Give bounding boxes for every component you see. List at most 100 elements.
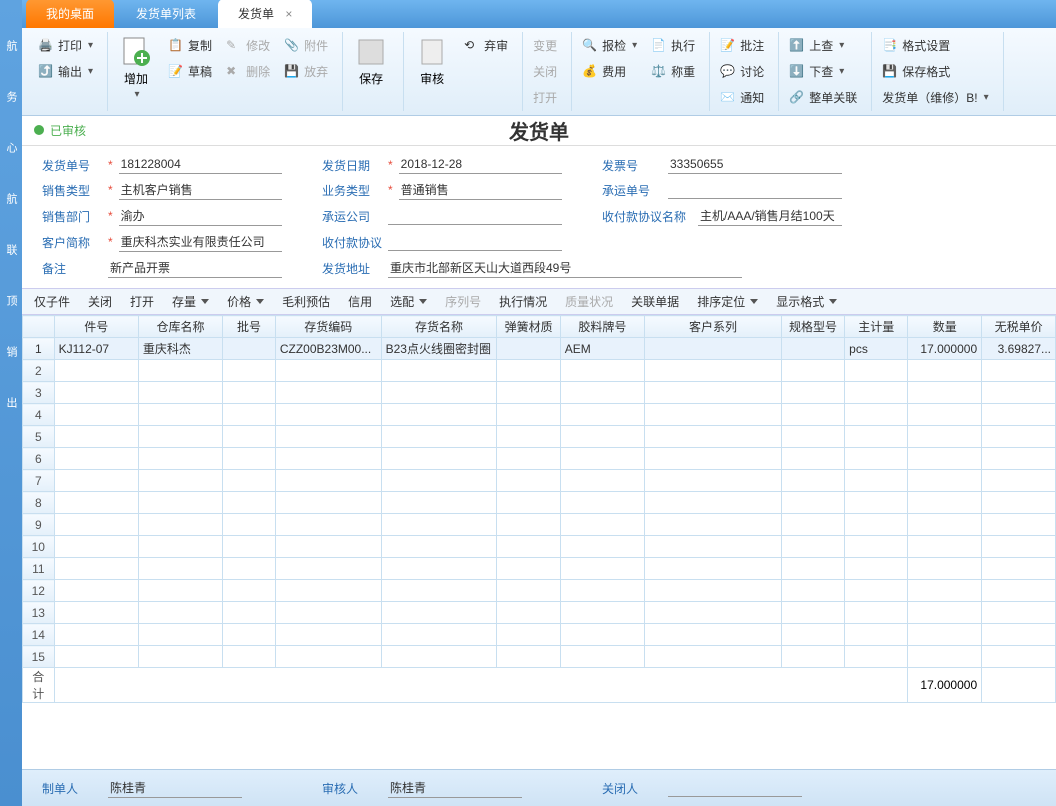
field-saletype[interactable]: 主机客户销售 xyxy=(119,180,282,200)
sort-button[interactable]: 排序定位 xyxy=(697,293,758,310)
field-cust[interactable]: 重庆科杰实业有限责任公司 xyxy=(119,232,282,252)
display-button[interactable]: 显示格式 xyxy=(776,293,837,310)
col-uom[interactable]: 主计量 xyxy=(845,316,908,338)
price-button[interactable]: 价格 xyxy=(227,293,264,310)
discuss-button[interactable]: 💬讨论 xyxy=(716,60,768,83)
field-shipno[interactable]: 181228004 xyxy=(119,156,282,174)
change-button: 变更 xyxy=(529,34,561,57)
col-qty[interactable]: 数量 xyxy=(908,316,982,338)
inspect-button[interactable]: 🔍报检▾ xyxy=(578,34,641,57)
tab-label: 发货单 xyxy=(238,7,274,21)
side-item[interactable]: 联 xyxy=(3,244,19,255)
side-item[interactable]: 出 xyxy=(3,397,19,408)
field-payterm[interactable] xyxy=(388,233,562,251)
grid-toolbar: 仅子件 关闭 打开 存量 价格 毛利预估 信用 选配 序列号 执行情况 质量状况… xyxy=(22,288,1056,315)
note-icon: 📝 xyxy=(720,38,736,54)
format-set-button[interactable]: 📑格式设置 xyxy=(878,34,992,57)
only-sub-button[interactable]: 仅子件 xyxy=(34,293,70,310)
table-row[interactable]: 12 xyxy=(23,580,1056,602)
draft-icon: 📝 xyxy=(168,64,184,80)
wholebill-button[interactable]: 🔗整单关联 xyxy=(785,86,861,109)
lookup-button[interactable]: ⬆️上查▾ xyxy=(785,34,861,57)
copy-button[interactable]: 📋复制 xyxy=(164,34,216,57)
field-saledept[interactable]: 渝办 xyxy=(119,206,282,226)
open-line-button[interactable]: 打开 xyxy=(130,293,154,310)
save-format-button[interactable]: 💾保存格式 xyxy=(878,60,992,83)
side-item[interactable]: 顶 xyxy=(3,295,19,306)
close-icon[interactable]: × xyxy=(285,7,292,21)
down-icon: ⬇️ xyxy=(789,64,805,80)
table-row[interactable]: 9 xyxy=(23,514,1056,536)
gross-button[interactable]: 毛利预估 xyxy=(282,293,330,310)
field-addr[interactable]: 重庆市北部新区天山大道西段49号 xyxy=(388,258,742,278)
side-item[interactable]: 销 xyxy=(3,346,19,357)
tab-shipment-list[interactable]: 发货单列表 xyxy=(116,0,216,28)
field-carrierno[interactable] xyxy=(668,181,842,199)
field-shipdate[interactable]: 2018-12-28 xyxy=(399,156,562,174)
modify-button: ✎修改 xyxy=(222,34,274,57)
add-icon xyxy=(120,36,152,68)
field-biztype[interactable]: 普通销售 xyxy=(399,180,562,200)
stock-button[interactable]: 存量 xyxy=(172,293,209,310)
weigh-button[interactable]: ⚖️称重 xyxy=(647,60,699,83)
table-row[interactable]: 14 xyxy=(23,624,1056,646)
col-series[interactable]: 客户系列 xyxy=(644,316,781,338)
table-row[interactable]: 1 KJ112-07重庆科杰 CZZ00B23M00...B23点火线圈密封圈 … xyxy=(23,338,1056,360)
cost-button[interactable]: 💰费用 xyxy=(578,60,641,83)
table-row[interactable]: 15 xyxy=(23,646,1056,668)
table-row[interactable]: 10 xyxy=(23,536,1056,558)
table-row[interactable]: 7 xyxy=(23,470,1056,492)
col-batch[interactable]: 批号 xyxy=(223,316,276,338)
table-row[interactable]: 11 xyxy=(23,558,1056,580)
copy-icon: 📋 xyxy=(168,38,184,54)
table-row[interactable]: 4 xyxy=(23,404,1056,426)
col-part[interactable]: 件号 xyxy=(54,316,138,338)
side-item[interactable]: 航 xyxy=(3,193,19,204)
lookdown-button[interactable]: ⬇️下查▾ xyxy=(785,60,861,83)
rel-button[interactable]: 关联单据 xyxy=(631,293,679,310)
credit-button[interactable]: 信用 xyxy=(348,293,372,310)
col-warehouse[interactable]: 仓库名称 xyxy=(138,316,222,338)
table-row[interactable]: 8 xyxy=(23,492,1056,514)
col-name[interactable]: 存货名称 xyxy=(381,316,497,338)
left-nav-strip[interactable]: 航 务 心 航 联 顶 销 出 xyxy=(0,0,22,806)
exec-button[interactable]: 执行情况 xyxy=(499,293,547,310)
label-maker: 制单人 xyxy=(42,780,102,797)
side-item[interactable]: 航 xyxy=(3,40,19,51)
export-button[interactable]: ⤴️输出▾ xyxy=(34,60,97,83)
side-item[interactable]: 务 xyxy=(3,91,19,102)
print-button[interactable]: 🖨️打印▾ xyxy=(34,34,97,57)
execute-button[interactable]: 📄执行 xyxy=(647,34,699,57)
col-spring[interactable]: 弹簧材质 xyxy=(497,316,560,338)
table-row[interactable]: 6 xyxy=(23,448,1056,470)
field-carrier[interactable] xyxy=(388,207,562,225)
shipping-bill-button[interactable]: 发货单（维修）B!▾ xyxy=(878,86,992,109)
tab-shipment[interactable]: 发货单 × xyxy=(218,0,312,28)
detail-grid[interactable]: 件号 仓库名称 批号 存货编码 存货名称 弹簧材质 胶料牌号 客户系列 规格型号… xyxy=(22,315,1056,769)
tab-my-desktop[interactable]: 我的桌面 xyxy=(26,0,114,28)
add-button[interactable]: 增加 ▾ xyxy=(114,34,158,102)
col-price[interactable]: 无税单价 xyxy=(982,316,1056,338)
table-row[interactable]: 13 xyxy=(23,602,1056,624)
side-item[interactable]: 心 xyxy=(3,142,19,153)
format-icon: 📑 xyxy=(882,38,898,54)
table-row[interactable]: 3 xyxy=(23,382,1056,404)
abandon-icon: ⟲ xyxy=(464,38,480,54)
col-code[interactable]: 存货编码 xyxy=(275,316,381,338)
abandon-audit-button[interactable]: ⟲弃审 xyxy=(460,34,512,57)
table-row[interactable]: 5 xyxy=(23,426,1056,448)
col-spec[interactable]: 规格型号 xyxy=(781,316,844,338)
execute-icon: 📄 xyxy=(651,38,667,54)
table-row[interactable]: 2 xyxy=(23,360,1056,382)
label-biztype: 业务类型 xyxy=(322,182,382,199)
match-button[interactable]: 选配 xyxy=(390,293,427,310)
field-invoice[interactable]: 33350655 xyxy=(668,156,842,174)
notify-button[interactable]: ✉️通知 xyxy=(716,86,768,109)
col-brand[interactable]: 胶料牌号 xyxy=(560,316,644,338)
close-line-button[interactable]: 关闭 xyxy=(88,293,112,310)
field-payterm-name[interactable]: 主机/AAA/销售月结100天 xyxy=(698,206,842,226)
draft-button[interactable]: 📝草稿 xyxy=(164,60,216,83)
label-shipdate: 发货日期 xyxy=(322,157,382,174)
field-remark[interactable]: 新产品开票 xyxy=(108,258,282,278)
approve-button[interactable]: 📝批注 xyxy=(716,34,768,57)
